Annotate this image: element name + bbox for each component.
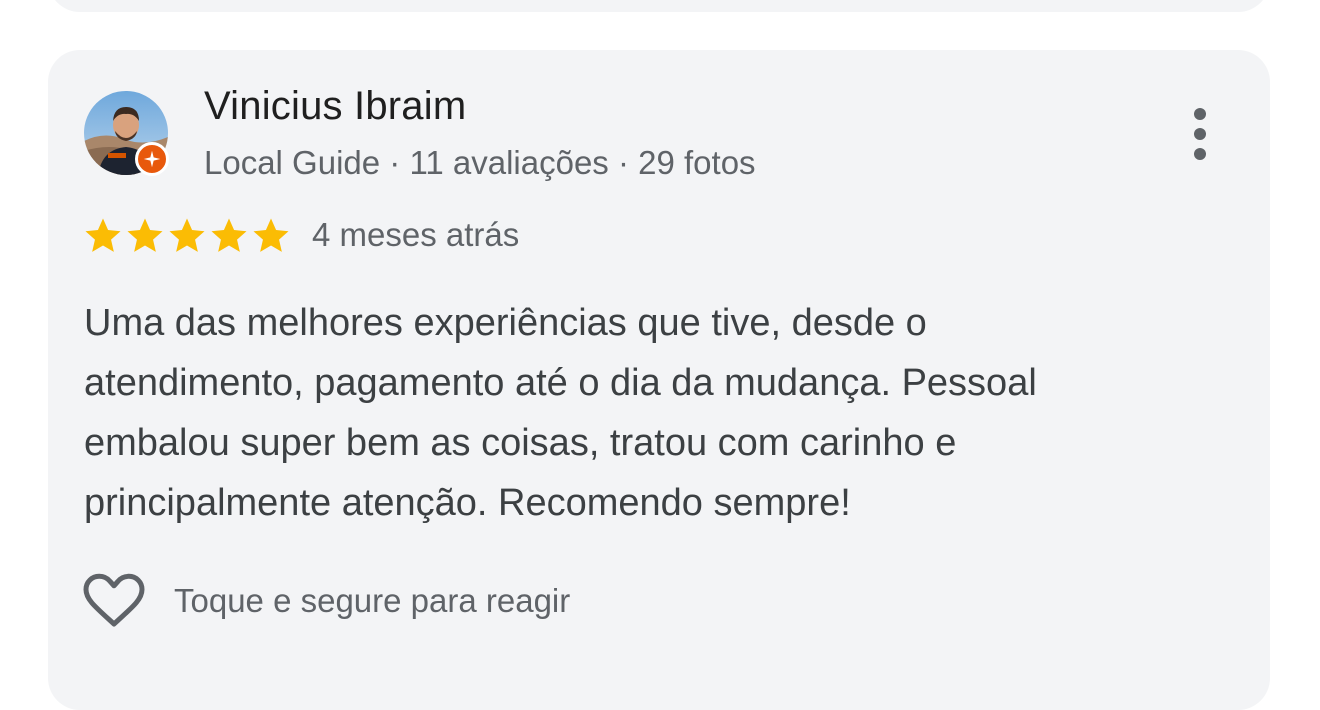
star-icon (169, 218, 205, 252)
react-button[interactable] (82, 570, 146, 630)
author-name[interactable]: Vinicius Ibraim (204, 84, 466, 129)
review-text-line: principalmente atenção. Recomendo sempre… (84, 482, 851, 524)
star-rating (82, 215, 292, 257)
more-vert-icon-dot (1194, 148, 1206, 160)
review-date: 4 meses atrás (312, 216, 520, 253)
more-vert-icon (1194, 108, 1206, 120)
heart-outline-icon (83, 573, 145, 627)
more-options-button[interactable] (1176, 104, 1224, 164)
previous-review-card (48, 0, 1270, 12)
react-label: Toque e segure para reagir (174, 582, 571, 619)
star-icon (85, 218, 121, 252)
review-text: Uma das melhores experiências que tive, … (84, 293, 1204, 533)
more-vert-icon-dot (1194, 128, 1206, 140)
review-text-line: embalou super bem as coisas, tratou com … (84, 422, 957, 464)
review-text-line: atendimento, pagamento até o dia da muda… (84, 362, 1037, 404)
star-icon (253, 218, 289, 252)
star-icon (211, 218, 247, 252)
review-text-line: Uma das melhores experiências que tive, … (84, 302, 927, 344)
author-meta: Local Guide · 11 avaliações · 29 fotos (204, 144, 756, 181)
local-guide-badge-icon (135, 142, 169, 176)
star-icon (127, 218, 163, 252)
